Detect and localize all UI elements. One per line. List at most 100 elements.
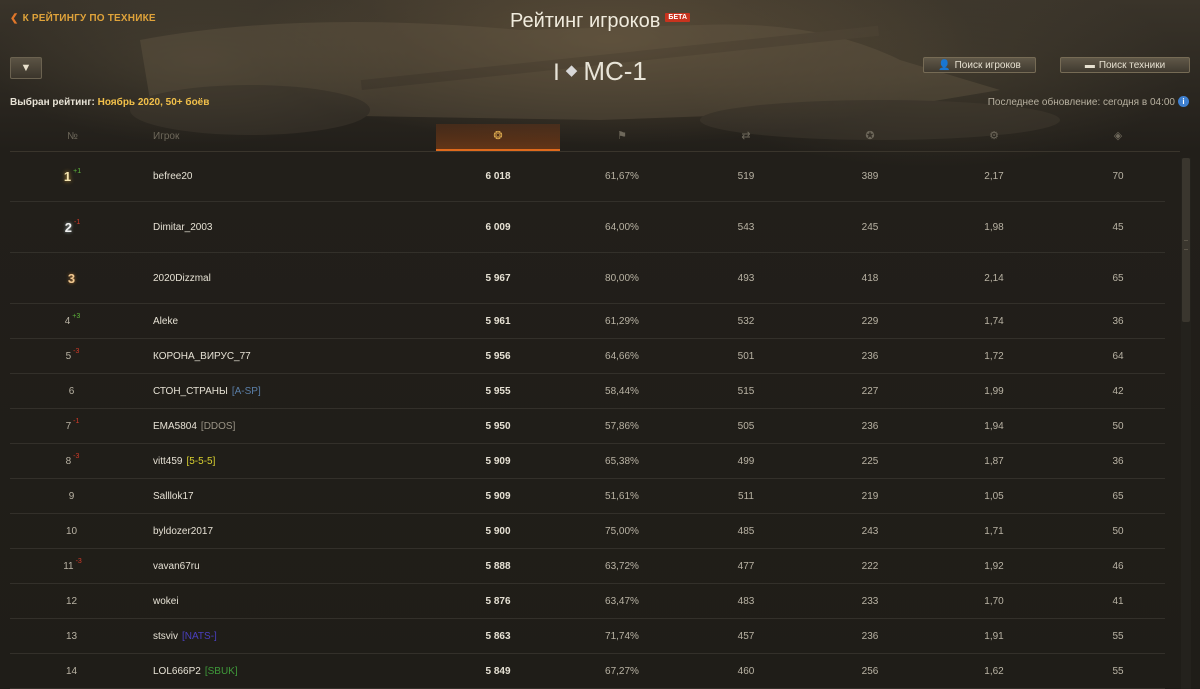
player-name[interactable]: byldozer2017 [153,526,213,537]
player-name[interactable]: СТОН_СТРАНЫ [153,386,228,397]
rank-number: 14 [65,665,78,677]
table-row[interactable]: 13 stsviv [NATS-] 5 863 71,74% 457 236 1,… [10,619,1165,654]
rank-cell: 12 [10,584,135,618]
clan-tag[interactable]: [NATS-] [182,631,217,642]
table-row[interactable]: 4 +3 Aleke 5 961 61,29% 532 229 1,74 36 [10,304,1165,339]
frags-cell: 1,87 [984,455,1004,467]
rank-number: 9 [68,490,75,502]
player-name[interactable]: КОРОНА_ВИРУС_77 [153,351,251,362]
player-cell[interactable]: КОРОНА_ВИРУС_77 [153,339,433,373]
player-name[interactable]: Salllok17 [153,491,194,502]
column-battles-header[interactable]: ⇄ [684,124,808,151]
experience-star-icon: ✪ [865,130,875,142]
clan-tag[interactable]: [5-5-5] [186,456,215,467]
spotted-cell: 65 [1112,272,1124,284]
page-title-text: Рейтинг игроков [509,10,661,32]
rank-change: -1 [73,417,80,425]
table-row[interactable]: 12 wokei 5 876 63,47% 483 233 1,70 41 [10,584,1165,619]
rank-cell: 14 [10,654,135,688]
beta-badge: БЕТА [665,13,690,22]
player-cell[interactable]: EMA5804 [DDOS] [153,409,433,443]
rating-cell: 5 967 [485,272,511,284]
table-row[interactable]: 11 -3 vavan67ru 5 888 63,72% 477 222 1,92… [10,549,1165,584]
player-name[interactable]: vitt459 [153,456,182,467]
table-row[interactable]: 14 LOL666P2 [SBUK] 5 849 67,27% 460 256 1… [10,654,1165,689]
winrate-cell: 71,74% [605,630,639,642]
player-name[interactable]: befree20 [153,171,192,182]
table-row[interactable]: 2 -1 Dimitar_2003 6 009 64,00% 543 245 1,… [10,202,1165,253]
player-cell[interactable]: LOL666P2 [SBUK] [153,654,433,688]
experience-cell: 389 [861,170,879,182]
rating-cell: 5 849 [485,665,511,677]
table-row[interactable]: 6 СТОН_СТРАНЫ [A-SP] 5 955 58,44% 515 227… [10,374,1165,409]
table-row[interactable]: 10 byldozer2017 5 900 75,00% 485 243 1,7… [10,514,1165,549]
selected-rating-value[interactable]: Ноябрь 2020, 50+ боёв [98,97,210,108]
filter-button[interactable]: ▼ [10,57,42,79]
table-row[interactable]: 5 -3 КОРОНА_ВИРУС_77 5 956 64,66% 501 236… [10,339,1165,374]
player-cell[interactable]: vavan67ru [153,549,433,583]
player-name[interactable]: vavan67ru [153,561,200,572]
player-cell[interactable]: СТОН_СТРАНЫ [A-SP] [153,374,433,408]
player-name[interactable]: wokei [153,596,179,607]
column-player-header[interactable]: Игрок [153,124,403,151]
player-cell[interactable]: stsviv [NATS-] [153,619,433,653]
player-cell[interactable]: vitt459 [5-5-5] [153,444,433,478]
ranking-table-body: 1 +1 befree20 6 018 61,67% 519 389 2,17 7… [10,151,1180,689]
clan-tag[interactable]: [DDOS] [201,421,235,432]
rank-number: 7 [65,420,72,432]
player-cell[interactable]: Dimitar_2003 [153,202,433,252]
player-cell[interactable]: wokei [153,584,433,618]
frags-cell: 1,92 [984,560,1004,572]
rank-cell: 9 [10,479,135,513]
experience-cell: 233 [861,595,879,607]
rating-cell: 5 863 [485,630,511,642]
column-spotted-header[interactable]: ◈ [1056,124,1180,151]
search-players-button[interactable]: 👤 Поиск игроков [923,57,1036,73]
clan-tag[interactable]: [SBUK] [205,666,238,677]
experience-cell: 222 [861,560,879,572]
player-cell[interactable]: befree20 [153,151,433,201]
table-row[interactable]: 7 -1 EMA5804 [DDOS] 5 950 57,86% 505 236 1… [10,409,1165,444]
player-name[interactable]: Dimitar_2003 [153,222,212,233]
player-cell[interactable]: Salllok17 [153,479,433,513]
player-cell[interactable]: 2020Dizzmal [153,253,433,303]
spotted-cell: 50 [1112,420,1124,432]
experience-cell: 236 [861,350,879,362]
player-name[interactable]: 2020Dizzmal [153,273,211,284]
experience-cell: 418 [861,272,879,284]
column-winrate-header[interactable]: ⚑ [560,124,684,151]
player-name[interactable]: EMA5804 [153,421,197,432]
battles-cell: 543 [737,221,755,233]
column-rating-header[interactable]: ❂ [436,124,560,151]
player-cell[interactable]: Aleke [153,304,433,338]
table-row[interactable]: 1 +1 befree20 6 018 61,67% 519 389 2,17 7… [10,151,1165,202]
rating-medal-icon: ❂ [493,130,503,142]
column-frags-header[interactable]: ⚙ [932,124,1056,151]
column-experience-header[interactable]: ✪ [808,124,932,151]
player-name[interactable]: LOL666P2 [153,666,201,677]
clan-tag[interactable]: [A-SP] [232,386,261,397]
search-tanks-button[interactable]: ▬ Поиск техники [1060,57,1190,73]
spotted-cell: 50 [1112,525,1124,537]
experience-cell: 229 [861,315,879,327]
player-cell[interactable]: byldozer2017 [153,514,433,548]
table-row[interactable]: 9 Salllok17 5 909 51,61% 511 219 1,05 65 [10,479,1165,514]
table-row[interactable]: 3 2020Dizzmal 5 967 80,00% 493 418 2,14 … [10,253,1165,304]
player-name[interactable]: Aleke [153,316,178,327]
info-icon[interactable]: i [1178,96,1189,107]
rating-cell: 5 876 [485,595,511,607]
column-rank-header[interactable]: № [10,124,135,151]
table-row[interactable]: 8 -3 vitt459 [5-5-5] 5 909 65,38% 499 225 … [10,444,1165,479]
frags-cell: 1,72 [984,350,1004,362]
rank-cell: 10 [10,514,135,548]
frags-cell: 1,70 [984,595,1004,607]
winrate-cell: 51,61% [605,490,639,502]
experience-cell: 227 [861,385,879,397]
battles-cell: 519 [737,170,755,182]
rank-cell: 8 -3 [10,444,135,478]
search-tanks-label: Поиск техники [1098,59,1166,71]
last-update: Последнее обновление: сегодня в 04:00 [987,97,1175,108]
player-name[interactable]: stsviv [153,631,178,642]
spotted-cell: 65 [1112,490,1124,502]
spotted-cell: 46 [1112,560,1124,572]
